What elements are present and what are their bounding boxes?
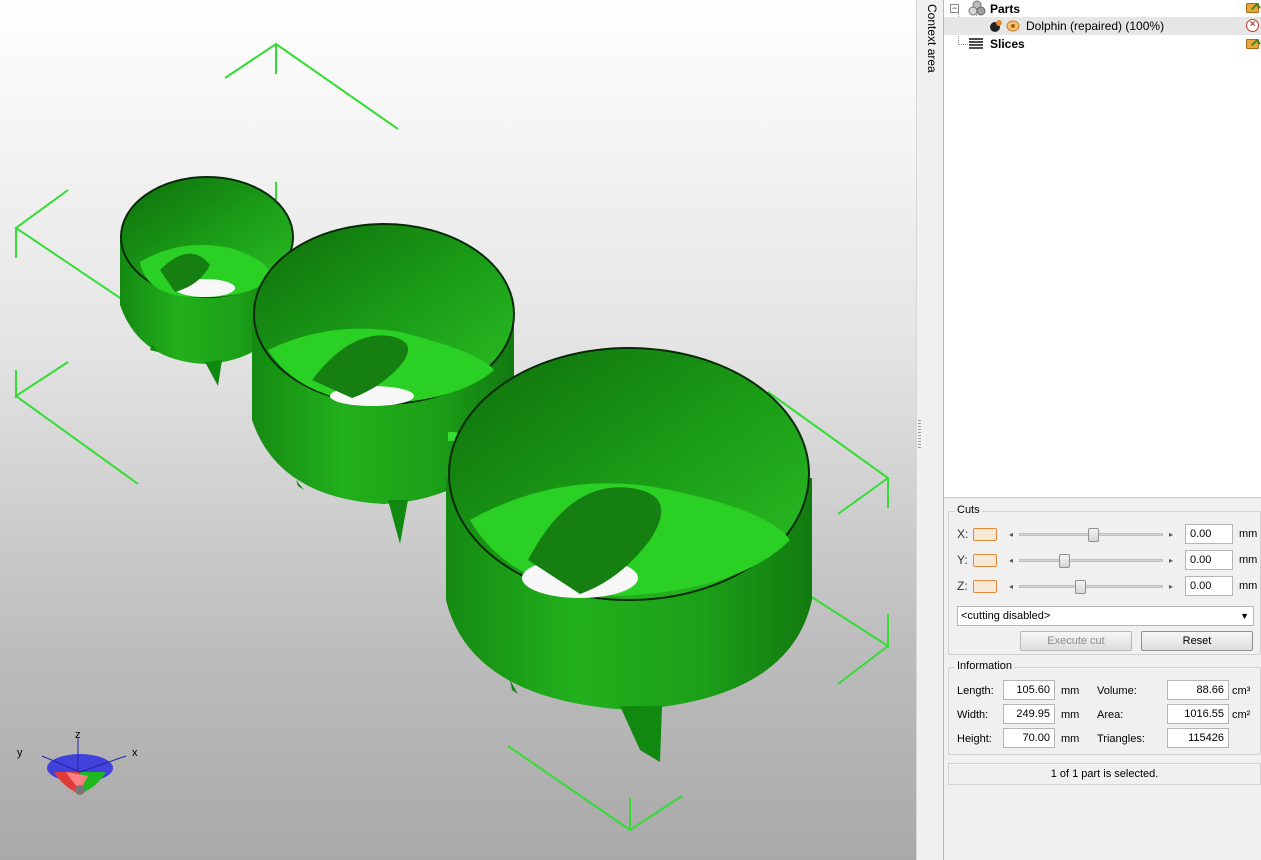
context-area-tab[interactable]: Context area — [922, 0, 944, 860]
volume-label: Volume: — [1097, 685, 1137, 697]
length-value: 105.60 — [1003, 680, 1055, 700]
cut-z-slider[interactable]: ◂ ▸ — [1009, 580, 1173, 594]
reset-button[interactable]: Reset — [1141, 631, 1253, 651]
cut-y-value[interactable]: 0.00 — [1185, 550, 1233, 570]
cut-x-value[interactable]: 0.00 — [1185, 524, 1233, 544]
height-label: Height: — [957, 733, 992, 745]
cut-y-slider[interactable]: ◂ ▸ — [1009, 554, 1173, 568]
slider-right-arrow-icon[interactable]: ▸ — [1169, 554, 1173, 567]
collapse-icon[interactable]: − — [950, 4, 959, 13]
axes-gizmo: z y x — [17, 729, 138, 795]
information-group: Information Length: 105.60 mm Width: 249… — [948, 660, 1261, 755]
eye-icon[interactable] — [1006, 20, 1020, 32]
cut-z-thumb[interactable] — [1074, 580, 1086, 594]
width-value: 249.95 — [1003, 704, 1055, 724]
splitter-grip[interactable] — [918, 420, 921, 450]
area-unit: cm² — [1232, 709, 1251, 721]
parts-tree[interactable]: − Parts Dolphin (repaired) (100%) × Slic… — [944, 0, 1261, 498]
slider-left-arrow-icon[interactable]: ◂ — [1009, 580, 1013, 593]
folder-add-icon[interactable] — [1246, 3, 1259, 13]
tree-label-dolphin: Dolphin (repaired) (100%) — [1026, 19, 1165, 33]
cut-x-label: X: — [957, 527, 969, 541]
height-value: 70.00 — [1003, 728, 1055, 748]
gizmo-x-label: x — [132, 747, 138, 759]
part-icon — [990, 20, 1002, 32]
model-cup-large[interactable] — [446, 347, 812, 762]
slices-icon — [969, 38, 983, 49]
dropdown-arrow-icon: ▼ — [1240, 611, 1249, 621]
folder-add-icon[interactable] — [1246, 39, 1259, 49]
length-unit: mm — [1061, 685, 1080, 697]
area-value: 1016.55 — [1167, 704, 1229, 724]
right-panel: − Parts Dolphin (repaired) (100%) × Slic… — [944, 0, 1261, 860]
slider-track — [1019, 585, 1163, 588]
cut-y-thumb[interactable] — [1058, 554, 1070, 568]
cut-mode-value: <cutting disabled> — [961, 610, 1051, 622]
cut-y-toggle[interactable] — [973, 554, 997, 567]
gizmo-y-label: y — [17, 747, 23, 759]
width-label: Width: — [957, 709, 989, 721]
height-unit: mm — [1061, 733, 1080, 745]
tree-item-slices[interactable]: Slices — [944, 35, 1261, 53]
area-label: Area: — [1097, 709, 1124, 721]
slider-track — [1019, 559, 1163, 562]
cut-y-label: Y: — [957, 553, 968, 567]
slider-left-arrow-icon[interactable]: ◂ — [1009, 528, 1013, 541]
cut-z-unit: mm — [1239, 580, 1258, 592]
remove-icon[interactable]: × — [1246, 19, 1259, 32]
slider-left-arrow-icon[interactable]: ◂ — [1009, 554, 1013, 567]
3d-viewport[interactable]: z y x — [0, 0, 916, 860]
execute-cut-button[interactable]: Execute cut — [1020, 631, 1132, 651]
tree-item-dolphin[interactable]: Dolphin (repaired) (100%) × — [944, 17, 1261, 35]
cuts-title: Cuts — [955, 504, 982, 516]
volume-value: 88.66 — [1167, 680, 1229, 700]
tree-item-parts[interactable]: − Parts — [944, 0, 1261, 18]
cuts-group: Cuts X: ◂ ▸ 0.00 mm Y: ◂ ▸ 0.00 mm Z: ◂ — [948, 504, 1261, 655]
context-area-label: Context area — [925, 4, 939, 73]
slider-right-arrow-icon[interactable]: ▸ — [1169, 580, 1173, 593]
slider-right-arrow-icon[interactable]: ▸ — [1169, 528, 1173, 541]
triangles-label: Triangles: — [1097, 733, 1145, 745]
cut-y-unit: mm — [1239, 554, 1258, 566]
cut-z-label: Z: — [957, 579, 968, 593]
parts-icon — [968, 0, 986, 16]
cut-x-slider[interactable]: ◂ ▸ — [1009, 528, 1173, 542]
tree-label-parts: Parts — [990, 2, 1021, 16]
information-title: Information — [955, 660, 1015, 672]
cut-x-toggle[interactable] — [973, 528, 997, 541]
length-label: Length: — [957, 685, 994, 697]
cut-mode-select[interactable]: <cutting disabled> ▼ — [957, 606, 1254, 626]
cut-z-value[interactable]: 0.00 — [1185, 576, 1233, 596]
tree-label-slices: Slices — [990, 37, 1025, 51]
triangles-value: 115426 — [1167, 728, 1229, 748]
cut-z-toggle[interactable] — [973, 580, 997, 593]
gizmo-z-label: z — [75, 729, 81, 741]
cut-x-unit: mm — [1239, 528, 1258, 540]
selection-status: 1 of 1 part is selected. — [948, 763, 1261, 785]
cut-x-thumb[interactable] — [1088, 528, 1100, 542]
width-unit: mm — [1061, 709, 1080, 721]
volume-unit: cm³ — [1232, 685, 1251, 697]
